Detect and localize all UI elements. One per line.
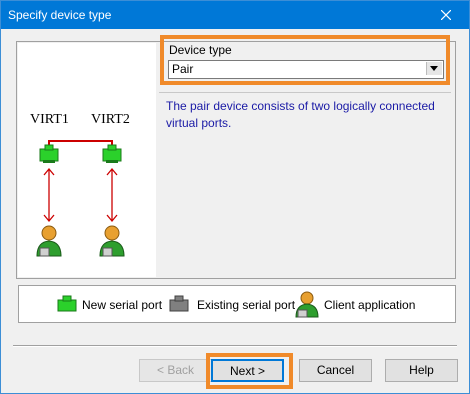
close-icon <box>441 10 451 20</box>
divider <box>159 92 451 93</box>
device-type-group: Device type Pair <box>160 35 450 85</box>
title-bar: Specify device type <box>1 1 469 29</box>
double-arrow-icon <box>43 167 55 223</box>
next-button[interactable]: Next > <box>211 359 284 382</box>
chevron-down-icon <box>430 66 438 71</box>
legend: New serial port Existing serial port Cli… <box>18 285 456 323</box>
device-type-label: Device type <box>169 43 232 57</box>
dialog-window: Specify device type VIRT1 VIRT2 Device t… <box>0 0 470 394</box>
double-arrow-icon <box>106 167 118 223</box>
client-application-icon <box>36 225 62 257</box>
device-type-value: Pair <box>172 62 194 76</box>
diagram-graphic <box>36 140 125 257</box>
device-description: The pair device consists of two logicall… <box>166 99 435 130</box>
virt2-label: VIRT2 <box>91 112 130 127</box>
serial-port-icon <box>102 144 122 163</box>
close-button[interactable] <box>423 1 469 29</box>
new-serial-port-icon <box>57 295 77 312</box>
divider <box>13 345 457 347</box>
serial-port-icon <box>39 144 59 163</box>
dropdown-button[interactable] <box>426 62 442 75</box>
client-application-icon <box>99 225 125 257</box>
client-application-icon <box>295 291 319 318</box>
legend-existing-port-label: Existing serial port <box>197 298 296 312</box>
cancel-button[interactable]: Cancel <box>299 359 372 382</box>
help-button[interactable]: Help <box>385 359 458 382</box>
window-title: Specify device type <box>8 8 112 22</box>
back-button[interactable]: < Back <box>139 359 212 382</box>
existing-serial-port-icon <box>169 295 189 312</box>
device-type-dropdown[interactable]: Pair <box>168 60 444 79</box>
legend-new-port-label: New serial port <box>82 298 163 312</box>
legend-client-app-label: Client application <box>324 298 416 312</box>
pair-diagram: VIRT1 VIRT2 <box>18 43 156 277</box>
virt1-label: VIRT1 <box>30 112 69 127</box>
